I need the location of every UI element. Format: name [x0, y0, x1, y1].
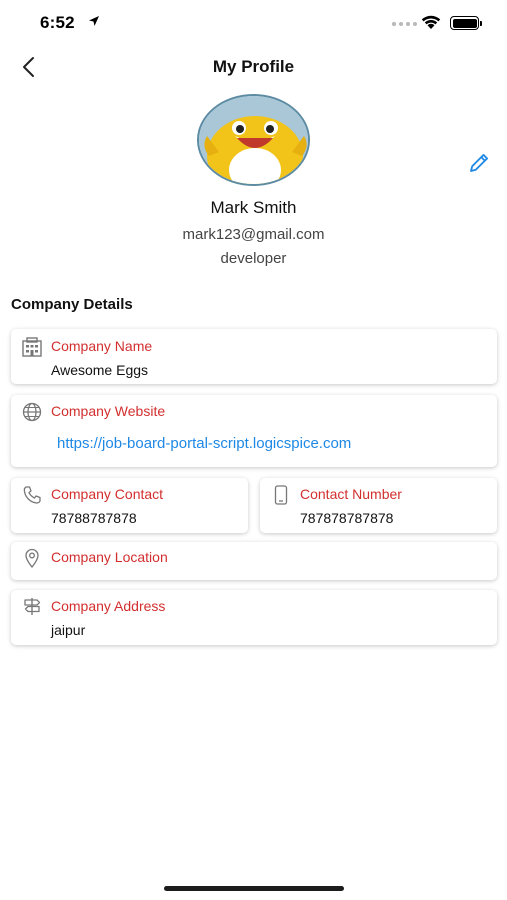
company-location-label: Company Location — [51, 549, 168, 565]
avatar — [197, 94, 310, 186]
building-icon — [20, 336, 44, 358]
status-time: 6:52 — [40, 13, 75, 32]
user-role: developer — [220, 250, 287, 267]
wifi-icon — [421, 15, 441, 29]
home-indicator[interactable] — [164, 886, 344, 891]
section-title: Company Details — [11, 296, 133, 313]
pencil-icon — [470, 154, 488, 172]
globe-icon — [20, 401, 44, 423]
location-pin-icon — [20, 547, 44, 569]
company-contact-card: Company Contact 78788787878 — [11, 478, 248, 533]
contact-number-card: Contact Number 787878787878 — [260, 478, 497, 533]
user-email: mark123@gmail.com — [182, 226, 325, 243]
cellular-signal-icon — [392, 22, 417, 26]
phone-icon — [20, 484, 44, 506]
company-website-link[interactable]: https://job-board-portal-script.logicspi… — [57, 435, 351, 452]
user-name: Mark Smith — [210, 198, 297, 217]
signpost-icon — [20, 595, 44, 617]
company-address-value: jaipur — [51, 622, 86, 638]
company-name-card: Company Name Awesome Eggs — [11, 329, 497, 384]
company-contact-value: 78788787878 — [51, 510, 137, 526]
contact-number-label: Contact Number — [300, 486, 402, 502]
page-title: My Profile — [212, 57, 295, 76]
company-address-card: Company Address jaipur — [11, 590, 497, 645]
company-address-label: Company Address — [51, 598, 166, 614]
company-website-card: Company Website https://job-board-portal… — [11, 395, 497, 467]
location-arrow-icon — [89, 16, 99, 26]
status-bar: 6:52 — [0, 0, 507, 46]
edit-profile-button[interactable] — [466, 150, 492, 176]
contact-number-value: 787878787878 — [300, 510, 394, 526]
company-location-card: Company Location — [11, 542, 497, 580]
company-website-label: Company Website — [51, 403, 166, 419]
company-name-value: Awesome Eggs — [51, 362, 149, 378]
company-contact-label: Company Contact — [51, 486, 164, 502]
mobile-icon — [269, 484, 293, 506]
company-name-label: Company Name — [51, 338, 153, 354]
battery-icon — [450, 16, 482, 30]
